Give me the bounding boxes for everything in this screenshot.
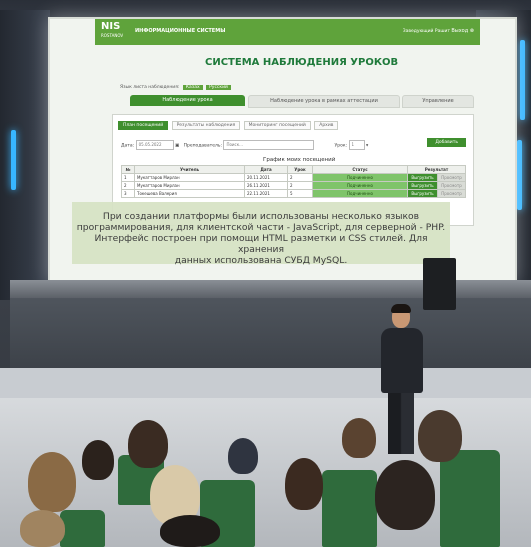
- audience-chair: [440, 450, 500, 547]
- presenter-jacket: [381, 328, 423, 393]
- cell-lesson: 5: [287, 189, 313, 198]
- chevron-down-icon[interactable]: ▾: [366, 144, 368, 149]
- header-user[interactable]: Заведующий Рашит: [403, 29, 450, 34]
- stage-front: [0, 368, 531, 398]
- sub-tabs: План посещений Результаты наблюдения Мон…: [118, 121, 340, 130]
- col-lesson: Урок: [287, 165, 313, 174]
- left-led-light: [11, 130, 16, 190]
- cell-teacher: Мукаттаров Мирлан: [134, 181, 245, 190]
- language-option-kazakh[interactable]: Казах: [182, 85, 203, 90]
- audience-chair: [322, 470, 377, 547]
- tab-management[interactable]: Управление: [402, 95, 474, 108]
- col-result: Результат: [407, 165, 466, 174]
- audience-member: [342, 418, 376, 458]
- left-wall: [0, 10, 50, 300]
- right-led-light-lower: [517, 140, 522, 210]
- date-label: Дата:: [121, 143, 135, 149]
- audience-member: [20, 510, 65, 547]
- subtab-results[interactable]: Результаты наблюдения: [171, 121, 241, 130]
- caption-line-2: программирования, для клиентской части -…: [76, 222, 446, 233]
- exit-icon: ⊗: [469, 28, 474, 34]
- page-title: СИСТЕМА НАБЛЮДЕНИЯ УРОКОВ: [205, 57, 399, 68]
- lesson-select[interactable]: 1: [348, 140, 365, 150]
- cell-lesson: 2: [287, 181, 313, 190]
- cell-date: 20.11.2021: [244, 173, 288, 182]
- view-button[interactable]: Просмотр: [436, 181, 467, 190]
- main-tabs: Наблюдение урока Наблюдение урока в рамк…: [130, 95, 480, 108]
- language-label: Язык листа наблюдения:: [120, 85, 180, 90]
- teacher-label: Преподаватель:: [183, 143, 223, 149]
- auditorium-photo: NIS ROSTANOV ИНФОРМАЦИОННЫЕ СИСТЕМЫ Заве…: [0, 0, 531, 547]
- tab-attestation-observation[interactable]: Наблюдение урока в рамках аттестации: [248, 95, 400, 108]
- cell-number: 3: [121, 189, 135, 198]
- view-button[interactable]: Просмотр: [436, 173, 467, 182]
- table-header-row: № Учитель Дата Урок Статус Результат: [121, 165, 466, 174]
- subtab-archive[interactable]: Архив: [314, 121, 339, 130]
- status-badge: Подчиненно: [312, 173, 408, 182]
- presenter-hair: [391, 304, 411, 313]
- download-button[interactable]: Выгрузить: [407, 173, 438, 182]
- audience-member: [285, 458, 323, 510]
- cell-number: 1: [121, 173, 135, 182]
- teacher-search-input[interactable]: Поиск...: [223, 140, 315, 150]
- audience-member: [28, 452, 76, 512]
- audience-chair: [60, 510, 105, 547]
- right-led-light: [520, 40, 525, 120]
- audience-member: [228, 438, 258, 474]
- caption-line-4: данных использована СУБД MySQL.: [174, 255, 348, 266]
- visits-table: № Учитель Дата Урок Статус Результат 1 М…: [121, 165, 467, 198]
- logo-subtext: ROSTANOV: [101, 33, 124, 38]
- cell-number: 2: [121, 181, 135, 190]
- language-option-russian[interactable]: Русский: [206, 85, 231, 90]
- app-name: ИНФОРМАЦИОННЫЕ СИСТЕМЫ: [135, 28, 226, 34]
- col-status: Статус: [312, 165, 408, 174]
- audience-member: [82, 440, 114, 480]
- audience-member: [128, 420, 168, 468]
- audience-member: [375, 460, 435, 530]
- language-selector: Язык листа наблюдения: Казах Русский: [120, 85, 231, 90]
- stage-speaker: [423, 258, 456, 310]
- add-button[interactable]: Добавить: [427, 138, 466, 147]
- subtab-monitoring[interactable]: Мониторинг посещений: [243, 121, 311, 130]
- caption-line-3: Интерфейс построен при помощи HTML разме…: [94, 233, 428, 255]
- date-field[interactable]: 05.05.2022: [135, 140, 174, 150]
- cell-teacher: Токешева Валерия: [134, 189, 245, 198]
- audience: [0, 410, 531, 547]
- status-badge: Подчиненно: [312, 181, 408, 190]
- status-badge: Подчиненно: [312, 189, 408, 198]
- col-number: №: [121, 165, 135, 174]
- audience-member: [160, 515, 220, 547]
- col-date: Дата: [244, 165, 288, 174]
- table-row: 3 Токешева Валерия 22.11.2021 5 Подчинен…: [121, 189, 467, 198]
- table-row: 1 Мукаттаров Мирлан 20.11.2021 2 Подчине…: [121, 173, 467, 182]
- filter-bar: Дата: 05.05.2022 ▣ Преподаватель: Поиск.…: [121, 138, 466, 150]
- download-button[interactable]: Выгрузить: [407, 181, 438, 190]
- table-row: 2 Мукаттаров Мирлан 26.11.2021 2 Подчине…: [121, 181, 467, 190]
- table-title: График моих посещений: [263, 157, 336, 163]
- col-teacher: Учитель: [134, 165, 245, 174]
- subtitle-caption: При создании платформы были использованы…: [72, 202, 450, 266]
- caption-line-1: При создании платформы были использованы…: [102, 211, 420, 222]
- cell-date: 26.11.2021: [244, 181, 288, 190]
- app-header: NIS ROSTANOV ИНФОРМАЦИОННЫЕ СИСТЕМЫ Заве…: [95, 19, 480, 45]
- tab-lesson-observation[interactable]: Наблюдение урока: [130, 95, 245, 106]
- subtab-visit-plan[interactable]: План посещений: [118, 121, 169, 130]
- download-button[interactable]: Выгрузить: [407, 189, 438, 198]
- view-button[interactable]: Просмотр: [436, 189, 467, 198]
- nis-logo: NIS ROSTANOV: [101, 22, 123, 40]
- exit-link[interactable]: Выход ⊗: [451, 28, 474, 34]
- cell-date: 22.11.2021: [244, 189, 288, 198]
- audience-member: [418, 410, 462, 462]
- cell-teacher: Мукаттаров Мирлан: [134, 173, 245, 182]
- calendar-icon[interactable]: ▣: [175, 144, 179, 149]
- cell-lesson: 2: [287, 173, 313, 182]
- exit-label: Выход: [451, 28, 469, 34]
- lesson-label: Урок:: [334, 143, 348, 149]
